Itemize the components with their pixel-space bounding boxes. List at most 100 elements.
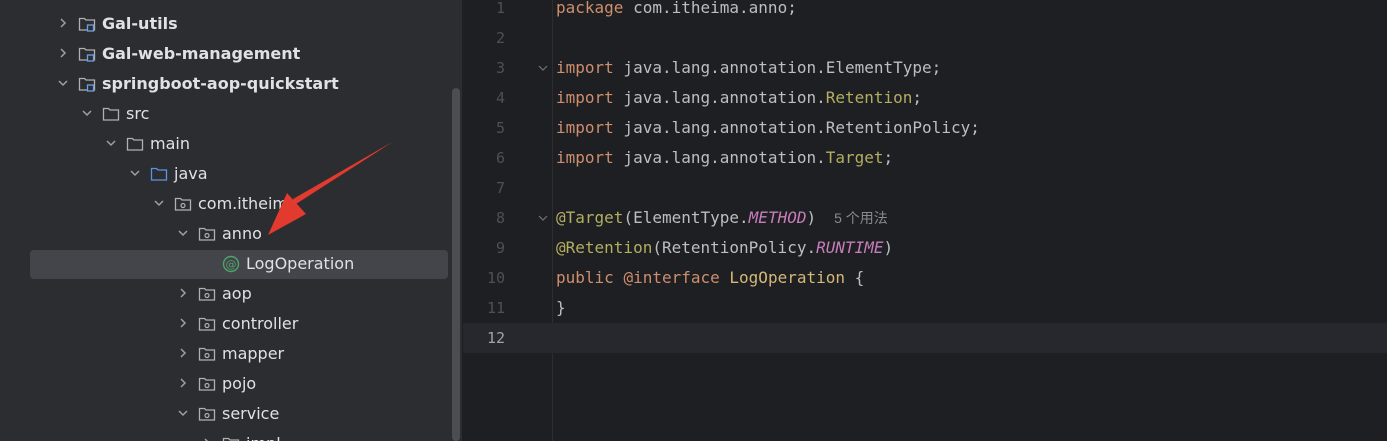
chevron-down-icon[interactable] — [176, 406, 190, 420]
code-line[interactable]: 12 — [463, 323, 1387, 353]
package-icon — [198, 225, 216, 243]
code-token: import — [556, 88, 614, 107]
code-token: 5 个用法 — [834, 210, 888, 226]
code-line[interactable]: 8 @Target(ElementType.METHOD) 5 个用法 — [463, 203, 1387, 233]
code-line[interactable]: 3 import java.lang.annotation.ElementType… — [463, 53, 1387, 83]
code-token: @Retention — [556, 238, 653, 257]
tree-item-label: springboot-aop-quickstart — [102, 74, 339, 93]
chevron-down-icon[interactable] — [176, 226, 190, 240]
tree-item-gal-utils[interactable]: Gal-utils — [0, 9, 463, 39]
line-number: 9 — [495, 239, 505, 257]
code-text: import java.lang.annotation.Retention; — [556, 83, 922, 113]
chevron-down-icon[interactable] — [56, 76, 70, 90]
module-icon — [78, 45, 96, 63]
code-token: java.lang.annotation.ElementType; — [613, 58, 942, 77]
tree-item-label: service — [222, 404, 280, 423]
tree-item-gal-web-management[interactable]: Gal-web-management — [0, 39, 463, 69]
svg-text:@: @ — [226, 258, 237, 271]
line-number: 2 — [495, 29, 505, 47]
code-token: (ElementType. — [623, 208, 749, 227]
tree-item-label: Gal-web-management — [102, 44, 301, 63]
code-line[interactable]: 6 import java.lang.annotation.Target; — [463, 143, 1387, 173]
code-line[interactable]: 9 @Retention(RetentionPolicy.RUNTIME) — [463, 233, 1387, 263]
chevron-right-icon[interactable] — [56, 46, 70, 60]
tree-item-label: com.itheima — [198, 194, 298, 213]
annotation-icon: @ — [222, 255, 240, 273]
tree-item-label: anno — [222, 224, 262, 243]
code-token: import — [556, 58, 614, 77]
folder-icon — [126, 135, 144, 153]
tree-item-com-itheima[interactable]: com.itheima — [0, 189, 463, 219]
code-token: { — [845, 268, 865, 287]
chevron-right-icon[interactable] — [176, 346, 190, 360]
code-editor[interactable]: 1 package com.itheima.anno; 2 3 import java.… — [463, 0, 1387, 441]
code-token: import — [556, 118, 614, 137]
tree-item-src[interactable]: src — [0, 99, 463, 129]
tree-item-label: pojo — [222, 374, 257, 393]
code-text: package com.itheima.anno; — [556, 0, 797, 23]
tree-item-label: aop — [222, 284, 252, 303]
chevron-down-icon[interactable] — [80, 106, 94, 120]
folder-icon — [102, 105, 120, 123]
tree-item-service[interactable]: service — [0, 399, 463, 429]
code-line[interactable]: 10 public @interface LogOperation { — [463, 263, 1387, 293]
code-token: import — [556, 148, 614, 167]
line-number: 1 — [495, 0, 505, 17]
fold-icon[interactable] — [537, 212, 549, 224]
line-number: 4 — [495, 89, 505, 107]
tree-item-mapper[interactable]: mapper — [0, 339, 463, 369]
source-folder-icon — [150, 165, 168, 183]
package-icon — [198, 375, 216, 393]
code-token: (RetentionPolicy. — [652, 238, 817, 257]
project-tree-scrollbar[interactable] — [452, 88, 460, 441]
code-line[interactable]: 2 — [463, 23, 1387, 53]
package-icon — [222, 435, 240, 441]
chevron-down-icon[interactable] — [104, 136, 118, 150]
tree-item-controller[interactable]: controller — [0, 309, 463, 339]
chevron-right-icon[interactable] — [200, 436, 214, 441]
package-icon — [198, 345, 216, 363]
code-line[interactable]: 4 import java.lang.annotation.Retention; — [463, 83, 1387, 113]
code-token: LogOperation — [729, 268, 845, 287]
tree-item-main[interactable]: main — [0, 129, 463, 159]
line-number: 5 — [495, 119, 505, 137]
tree-item-label: src — [126, 104, 150, 123]
code-token: ) — [806, 208, 817, 227]
chevron-down-icon[interactable] — [152, 196, 166, 210]
project-tree-panel[interactable]: Gal-utils Gal-web-management springboot-ao… — [0, 0, 463, 441]
tree-item-label: Gal-utils — [102, 14, 178, 33]
chevron-right-icon[interactable] — [176, 376, 190, 390]
code-line[interactable]: 7 — [463, 173, 1387, 203]
module-icon — [78, 75, 96, 93]
tree-item-anno[interactable]: anno — [0, 219, 463, 249]
module-icon — [78, 15, 96, 33]
fold-icon[interactable] — [537, 62, 549, 74]
chevron-right-icon[interactable] — [176, 286, 190, 300]
code-line[interactable]: 11} — [463, 293, 1387, 323]
code-token: ; — [912, 88, 923, 107]
tree-item-aop[interactable]: aop — [0, 279, 463, 309]
code-text: import java.lang.annotation.ElementType; — [556, 53, 941, 83]
code-token: @Target — [556, 208, 624, 227]
code-token: Target — [825, 148, 884, 167]
code-token: package — [556, 0, 624, 17]
chevron-down-icon[interactable] — [128, 166, 142, 180]
chevron-right-icon[interactable] — [56, 16, 70, 30]
tree-item-java[interactable]: java — [0, 159, 463, 189]
tree-item-impl[interactable]: impl — [0, 429, 463, 441]
line-number: 11 — [486, 299, 505, 317]
tree-item-logoperation[interactable]: @ LogOperation — [0, 249, 463, 279]
code-token: Retention — [825, 88, 913, 107]
chevron-right-icon[interactable] — [176, 316, 190, 330]
code-token: com.itheima.anno; — [623, 0, 797, 17]
package-icon — [198, 285, 216, 303]
tree-item-springboot-aop-quickstart[interactable]: springboot-aop-quickstart — [0, 69, 463, 99]
code-text: import java.lang.annotation.Target; — [556, 143, 893, 173]
code-token: java.lang.annotation. — [613, 88, 826, 107]
tree-item-pojo[interactable]: pojo — [0, 369, 463, 399]
code-line[interactable]: 1 package com.itheima.anno; — [463, 0, 1387, 23]
line-number: 7 — [495, 179, 505, 197]
code-line[interactable]: 5 import java.lang.annotation.RetentionPo… — [463, 113, 1387, 143]
